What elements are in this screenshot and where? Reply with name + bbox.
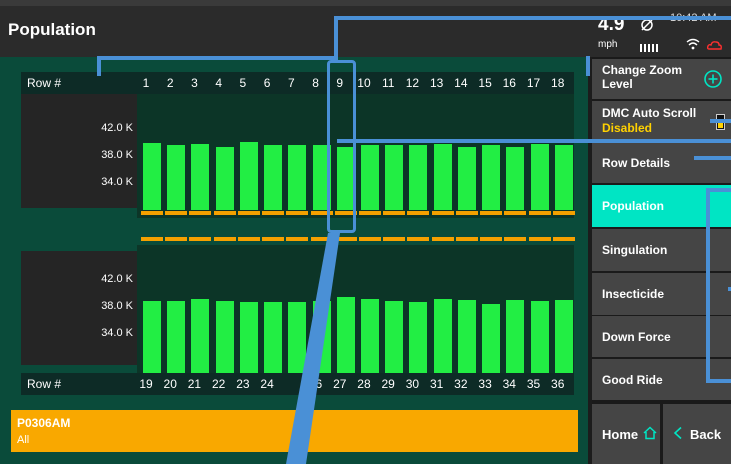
pointer-arrow [286,233,340,464]
